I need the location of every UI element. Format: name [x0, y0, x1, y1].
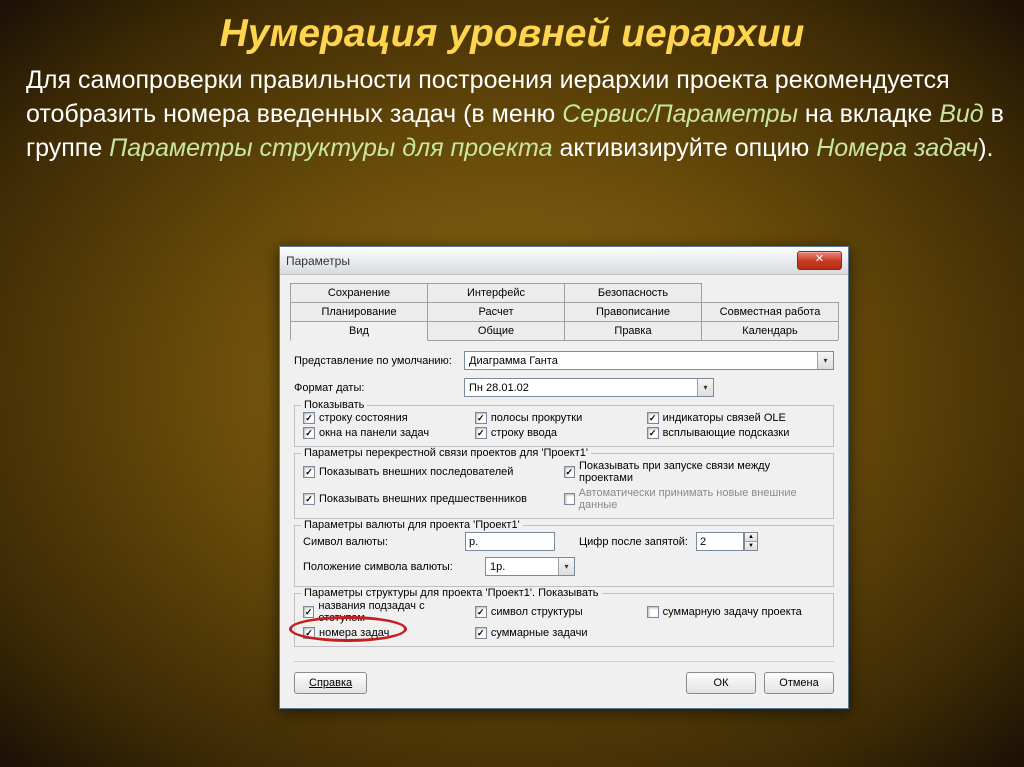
group-cross: Параметры перекрестной связи проектов дл… [294, 453, 834, 519]
check-item[interactable]: индикаторы связей OLE [647, 412, 809, 424]
currency-digits-label: Цифр после запятой: [579, 536, 688, 548]
checkbox[interactable] [647, 606, 659, 618]
check-label: Показывать внешних предшественников [319, 493, 527, 505]
checkbox[interactable] [647, 427, 659, 439]
tab-edit[interactable]: Правка [564, 321, 702, 340]
check-item[interactable]: всплывающие подсказки [647, 427, 809, 439]
tab-interface[interactable]: Интерфейс [427, 283, 565, 302]
check-label: Показывать при запуске связи между проек… [579, 460, 814, 484]
check-item: Автоматически принимать новые внешние да… [564, 487, 815, 511]
tab-strip: Сохранение Интерфейс Безопасность Планир… [290, 283, 838, 341]
currency-position-select[interactable]: 1р. [485, 557, 575, 576]
check-label: индикаторы связей OLE [663, 412, 786, 424]
check-item[interactable]: Показывать внешних предшественников [303, 487, 554, 511]
tab-collaborate[interactable]: Совместная работа [701, 302, 839, 321]
close-button[interactable]: ✕ [797, 251, 842, 270]
tab-save[interactable]: Сохранение [290, 283, 428, 302]
checkbox[interactable] [564, 466, 575, 478]
slide-description: Для самопроверки правильности построения… [0, 56, 1024, 165]
check-label: полосы прокрутки [491, 412, 582, 424]
check-label: названия подзадач с отступом [318, 600, 464, 624]
chevron-down-icon [817, 352, 833, 369]
check-item[interactable]: символ структуры [475, 600, 637, 624]
group-outline-title: Параметры структуры для проекта 'Проект1… [301, 587, 602, 599]
group-show: Показывать строку состоянияполосы прокру… [294, 405, 834, 447]
check-label: номера задач [319, 627, 389, 639]
default-view-select[interactable]: Диаграмма Ганта [464, 351, 834, 370]
dialog-title: Параметры [286, 254, 797, 268]
currency-symbol-input[interactable]: р. [465, 532, 555, 551]
checkbox[interactable] [303, 427, 315, 439]
check-item[interactable]: Показывать при запуске связи между проек… [564, 460, 815, 484]
tab-security[interactable]: Безопасность [564, 283, 702, 302]
check-item[interactable]: номера задач [303, 627, 465, 639]
currency-digits-input[interactable]: 2 [696, 532, 744, 551]
checkbox[interactable] [475, 427, 487, 439]
check-item[interactable]: окна на панели задач [303, 427, 465, 439]
checkbox [564, 493, 575, 505]
check-item[interactable]: полосы прокрутки [475, 412, 637, 424]
group-currency-title: Параметры валюты для проекта 'Проект1' [301, 519, 523, 531]
check-item[interactable]: суммарные задачи [475, 627, 637, 639]
checkbox[interactable] [303, 412, 315, 424]
date-format-label: Формат даты: [294, 382, 464, 394]
digits-spinner[interactable]: ▲▼ [744, 532, 758, 551]
titlebar[interactable]: Параметры ✕ [280, 247, 848, 275]
check-item[interactable]: строку состояния [303, 412, 465, 424]
slide-title: Нумерация уровней иерархии [0, 0, 1024, 56]
check-label: Показывать внешних последователей [319, 466, 513, 478]
check-label: Автоматически принимать новые внешние да… [579, 487, 814, 511]
currency-position-label: Положение символа валюты: [303, 561, 473, 573]
check-label: суммарную задачу проекта [663, 606, 802, 618]
tab-scheduling[interactable]: Планирование [290, 302, 428, 321]
group-cross-title: Параметры перекрестной связи проектов дл… [301, 447, 591, 459]
tab-calendar[interactable]: Календарь [701, 321, 839, 340]
help-button[interactable]: Справка [294, 672, 367, 694]
currency-symbol-label: Символ валюты: [303, 536, 453, 548]
checkbox[interactable] [303, 466, 315, 478]
check-item[interactable]: Показывать внешних последователей [303, 460, 554, 484]
cancel-button[interactable]: Отмена [764, 672, 834, 694]
chevron-down-icon [697, 379, 713, 396]
checkbox[interactable] [303, 493, 315, 505]
group-outline: Параметры структуры для проекта 'Проект1… [294, 593, 834, 647]
checkbox[interactable] [647, 412, 659, 424]
tab-calculation[interactable]: Расчет [427, 302, 565, 321]
group-show-title: Показывать [301, 399, 367, 411]
checkbox[interactable] [475, 606, 487, 618]
check-label: всплывающие подсказки [663, 427, 790, 439]
tab-spelling[interactable]: Правописание [564, 302, 702, 321]
options-dialog: Параметры ✕ Сохранение Интерфейс Безопас… [279, 246, 849, 709]
checkbox[interactable] [303, 606, 314, 618]
checkbox[interactable] [303, 627, 315, 639]
tab-general[interactable]: Общие [427, 321, 565, 340]
check-item[interactable]: строку ввода [475, 427, 637, 439]
checkbox[interactable] [475, 412, 487, 424]
check-label: символ структуры [491, 606, 583, 618]
check-label: строку ввода [491, 427, 557, 439]
check-item[interactable]: суммарную задачу проекта [647, 600, 809, 624]
ok-button[interactable]: ОК [686, 672, 756, 694]
group-currency: Параметры валюты для проекта 'Проект1' С… [294, 525, 834, 587]
check-label: строку состояния [319, 412, 408, 424]
date-format-select[interactable]: Пн 28.01.02 [464, 378, 714, 397]
check-item[interactable]: названия подзадач с отступом [303, 600, 465, 624]
checkbox[interactable] [475, 627, 487, 639]
chevron-down-icon [558, 558, 574, 575]
check-label: суммарные задачи [491, 627, 588, 639]
check-label: окна на панели задач [319, 427, 429, 439]
default-view-label: Представление по умолчанию: [294, 355, 464, 367]
tab-view[interactable]: Вид [290, 321, 428, 341]
